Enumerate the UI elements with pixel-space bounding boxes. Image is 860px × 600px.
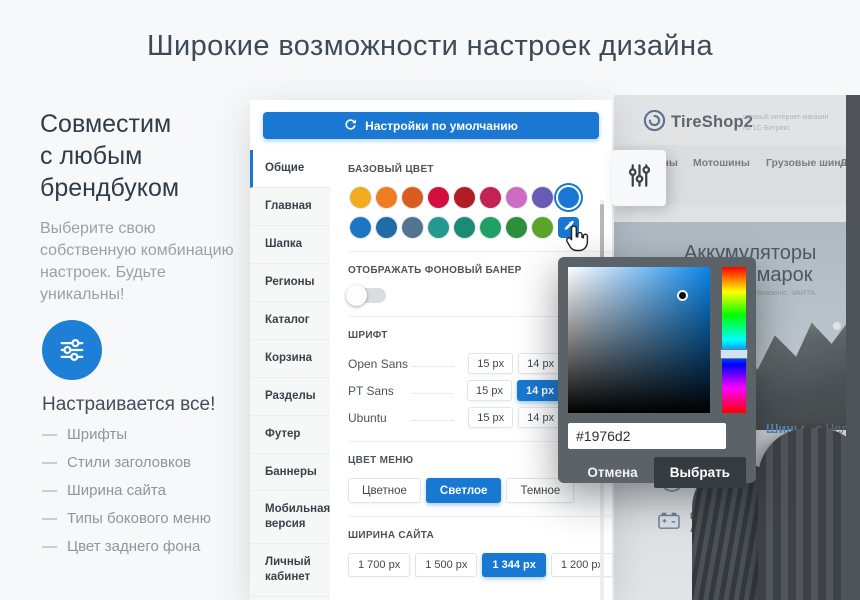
site-width-options: 1 700 px 1 500 px 1 344 px 1 200 px xyxy=(343,553,613,577)
feature-item: —Цвет заднего фона xyxy=(42,538,272,555)
site-width-option[interactable]: 1 500 px xyxy=(415,553,477,577)
sidebar-item-sections[interactable]: Разделы xyxy=(250,378,330,416)
sidebar-item-regions[interactable]: Регионы xyxy=(250,264,330,302)
tire-photo xyxy=(758,428,860,600)
color-picker-popup: Отмена Выбрать xyxy=(558,257,756,483)
tune-sliders-icon xyxy=(42,320,102,380)
font-size-button[interactable]: 15 px xyxy=(468,407,513,428)
color-swatch[interactable] xyxy=(480,217,501,238)
tireshop-logo-icon xyxy=(643,109,666,137)
battery-icon xyxy=(657,510,681,535)
menu-color-option[interactable]: Цветное xyxy=(348,478,421,503)
color-swatch[interactable] xyxy=(454,217,475,238)
dotted-leader xyxy=(412,356,454,367)
color-swatch[interactable] xyxy=(350,187,371,208)
color-swatch[interactable] xyxy=(428,187,449,208)
hue-slider-handle[interactable] xyxy=(720,349,748,359)
hue-slider[interactable] xyxy=(722,267,746,413)
site-width-option-selected[interactable]: 1 344 px xyxy=(482,553,545,577)
base-color-label: БАЗОВЫЙ ЦВЕТ xyxy=(348,164,613,175)
feature-item: —Ширина сайта xyxy=(42,482,272,499)
picker-actions: Отмена Выбрать xyxy=(575,457,746,488)
preview-nav-item[interactable]: Мотошины xyxy=(693,157,750,169)
color-swatch-selected[interactable] xyxy=(558,187,579,208)
background-banner-toggle[interactable] xyxy=(348,288,386,303)
preview-hero-brands: Panasonic, VARTA, xyxy=(752,288,817,297)
font-size-button[interactable]: 14 px xyxy=(518,407,563,428)
color-swatch[interactable] xyxy=(402,217,423,238)
tune-vertical-icon xyxy=(626,162,653,194)
reset-defaults-button[interactable]: Настройки по умолчанию xyxy=(263,112,599,139)
panel-sidebar: Общие Главная Шапка Регионы Каталог Корз… xyxy=(250,150,330,600)
preview-tagline: готовый интернет-магазин на 1С-Битрикс xyxy=(743,113,828,134)
sidebar-item-header[interactable]: Шапка xyxy=(250,226,330,264)
sidebar-item-home[interactable]: Главная xyxy=(250,188,330,226)
preview-nav-item[interactable]: Грузовые шины xyxy=(766,157,850,169)
feature-list: —Шрифты —Стили заголовков —Ширина сайта … xyxy=(42,426,272,566)
sidebar-item-footer[interactable]: Футер xyxy=(250,416,330,454)
feature-item: —Стили заголовков xyxy=(42,454,272,471)
saturation-area[interactable] xyxy=(568,267,710,413)
font-size-button[interactable]: 14 px xyxy=(518,353,563,374)
color-swatch[interactable] xyxy=(454,187,475,208)
divider xyxy=(348,251,613,252)
color-swatch[interactable] xyxy=(480,187,501,208)
color-swatch[interactable] xyxy=(376,187,397,208)
color-swatch[interactable] xyxy=(376,217,397,238)
divider xyxy=(348,516,613,517)
menu-color-option-selected[interactable]: Светлое xyxy=(426,478,502,503)
font-size-button[interactable]: 15 px xyxy=(468,353,513,374)
color-swatch[interactable] xyxy=(506,217,527,238)
font-name: Ubuntu xyxy=(348,411,410,425)
cancel-button[interactable]: Отмена xyxy=(575,459,649,486)
sidebar-item-catalog[interactable]: Каталог xyxy=(250,302,330,340)
eyedropper-button[interactable] xyxy=(558,217,579,238)
toggle-knob xyxy=(346,285,367,306)
intro-heading: Совместим с любым брендбуком xyxy=(40,108,250,204)
dotted-leader xyxy=(412,383,453,394)
sidebar-item-mobile[interactable]: Мобильная версия xyxy=(250,491,330,544)
settings-tab-button[interactable] xyxy=(612,150,666,206)
feature-item: —Шрифты xyxy=(42,426,272,443)
feature-item: —Типы бокового меню xyxy=(42,510,272,527)
page-title: Широкие возможности настроек дизайна xyxy=(0,30,860,63)
feature-title: Настраивается все! xyxy=(42,394,215,416)
preview-header: TireShop2 готовый интернет-магазин на 1С… xyxy=(614,95,860,145)
carousel-dot[interactable] xyxy=(833,322,841,330)
site-width-label: ШИРИНА САЙТА xyxy=(348,530,613,541)
page: Широкие возможности настроек дизайна Сов… xyxy=(0,0,860,600)
apply-button[interactable]: Выбрать xyxy=(654,457,746,488)
color-swatch[interactable] xyxy=(428,217,449,238)
color-swatch[interactable] xyxy=(506,187,527,208)
refresh-icon xyxy=(344,118,357,134)
color-swatch[interactable] xyxy=(532,217,553,238)
sidebar-item-cart[interactable]: Корзина xyxy=(250,340,330,378)
sidebar-item-banners[interactable]: Баннеры xyxy=(250,454,330,492)
font-name: PT Sans xyxy=(348,384,410,398)
intro-column: Совместим с любым брендбуком Выберите св… xyxy=(40,108,250,306)
site-width-option[interactable]: 1 700 px xyxy=(348,553,410,577)
preview-site-name: TireShop2 xyxy=(671,113,753,132)
preview-right-edge xyxy=(846,95,860,600)
swatch-row xyxy=(350,187,613,208)
intro-subtext: Выберите свою собственную комбинацию нас… xyxy=(40,218,250,306)
eyedropper-icon xyxy=(563,220,575,235)
color-swatch[interactable] xyxy=(350,217,371,238)
font-name: Open Sans xyxy=(348,357,410,371)
sidebar-item-account[interactable]: Личный кабинет xyxy=(250,544,330,597)
dotted-leader xyxy=(412,410,454,421)
font-size-button-selected[interactable]: 14 px xyxy=(517,380,563,401)
color-swatch[interactable] xyxy=(402,187,423,208)
hex-color-input[interactable] xyxy=(568,423,726,449)
color-swatch[interactable] xyxy=(532,187,553,208)
sidebar-item-general[interactable]: Общие xyxy=(250,150,330,188)
swatch-row xyxy=(350,217,613,238)
saturation-marker[interactable] xyxy=(679,292,686,299)
font-size-button[interactable]: 15 px xyxy=(467,380,512,401)
